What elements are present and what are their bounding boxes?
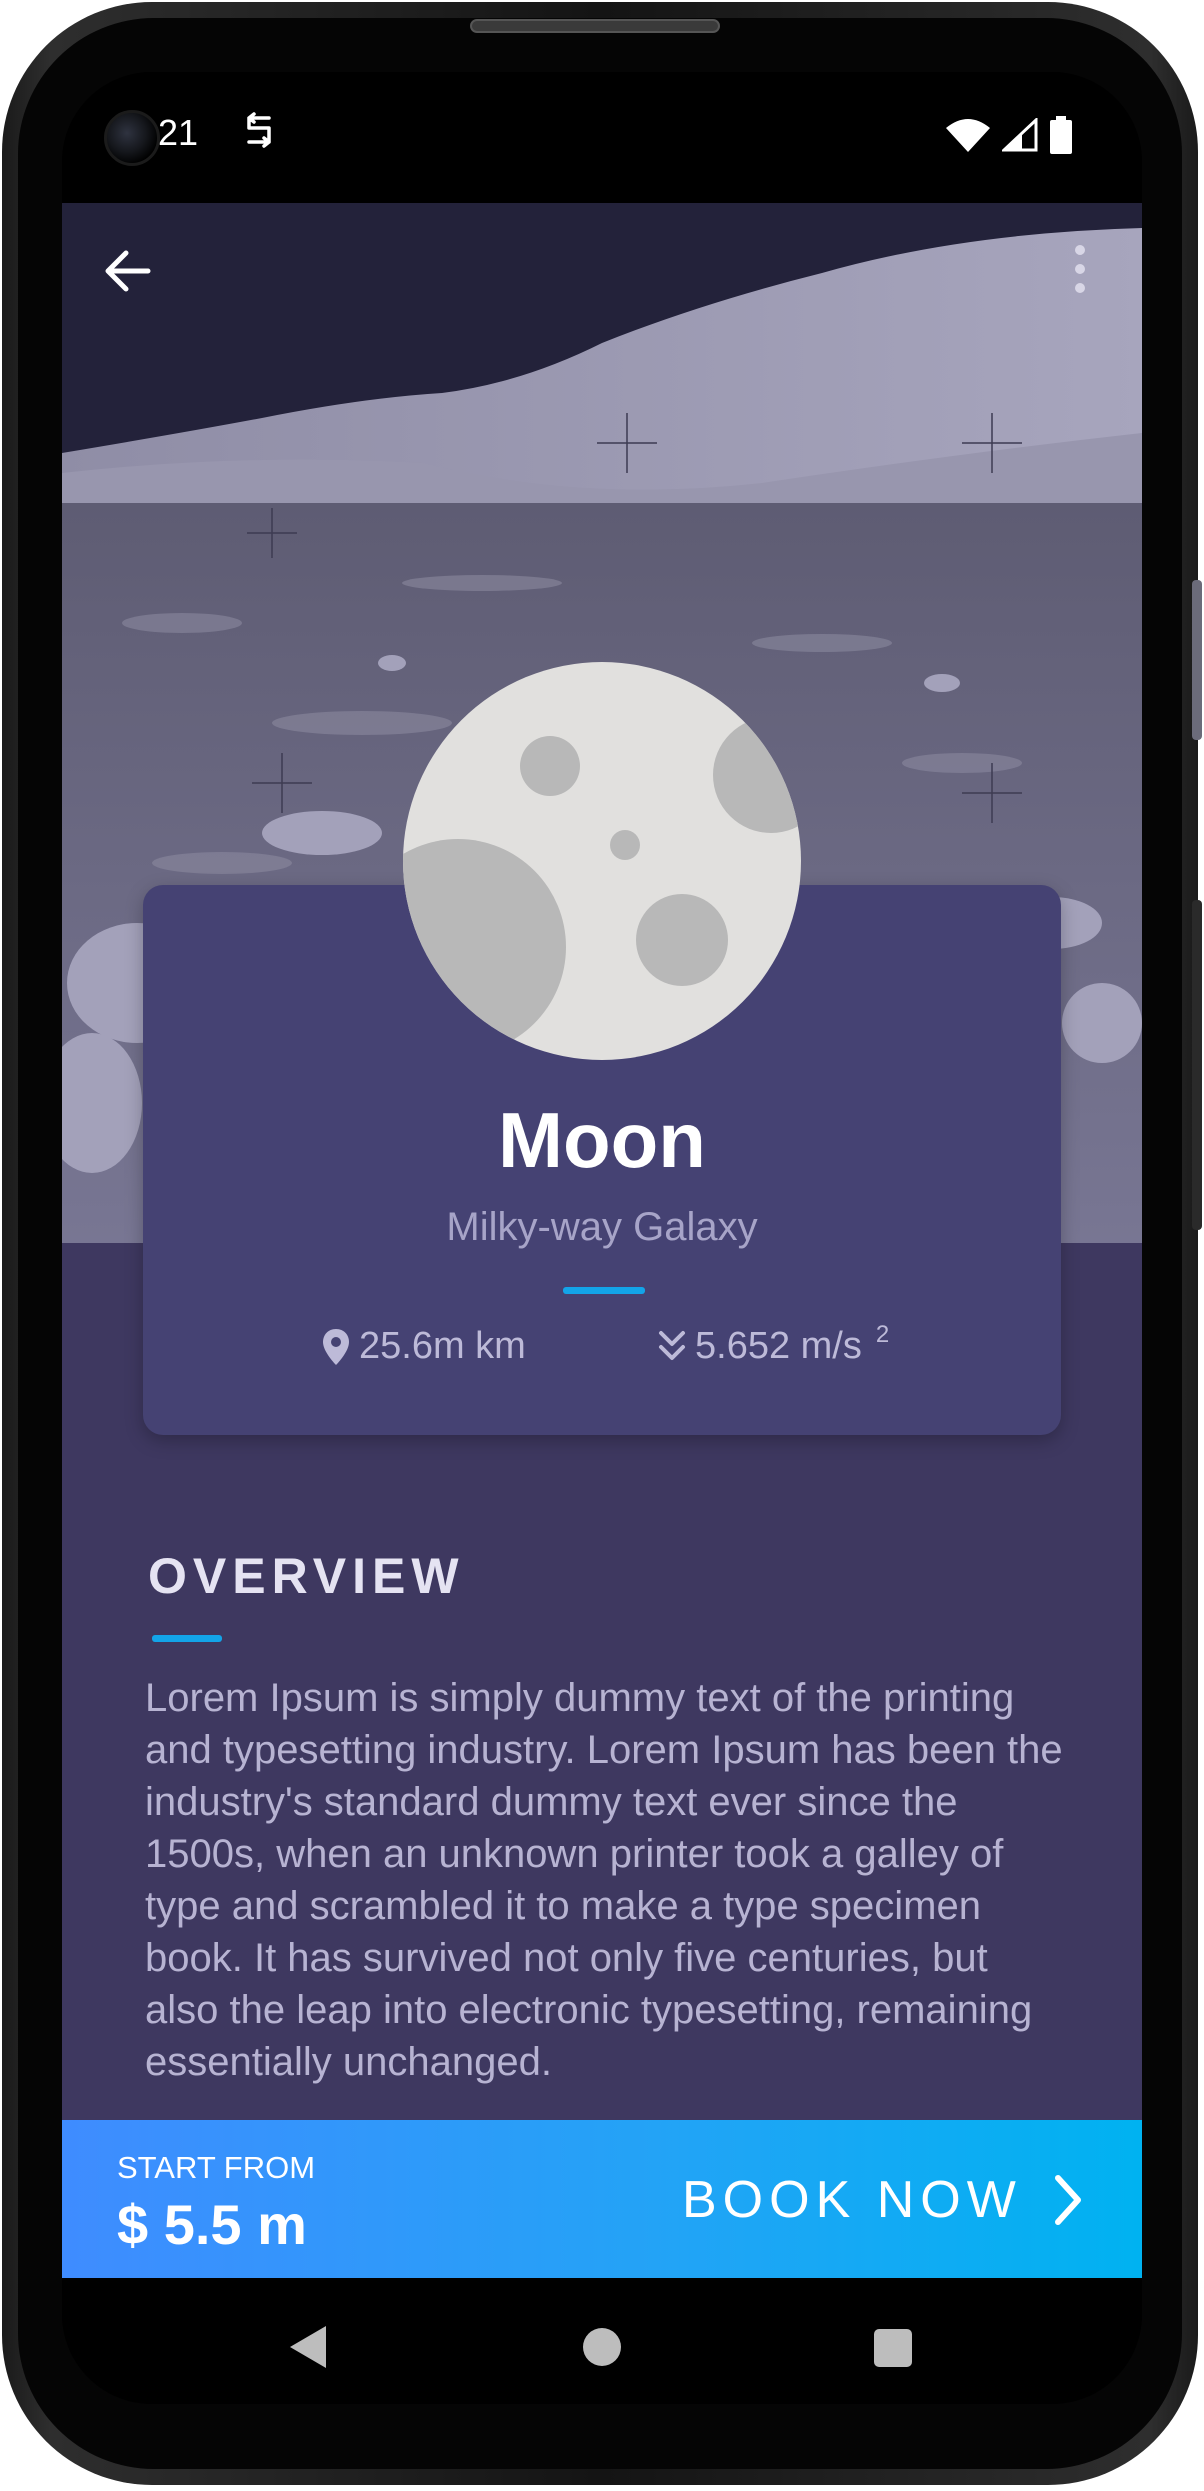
status-bar: 21	[62, 72, 1142, 203]
chevron-right-icon	[1054, 2175, 1081, 2225]
planet-name: Moon	[498, 1096, 706, 1184]
front-camera	[104, 110, 160, 166]
power-button	[1192, 900, 1202, 1230]
moon-illustration	[403, 662, 801, 1060]
gravity-value: 5.652 m/s	[695, 1325, 862, 1367]
screen: 21 Moon Milky-way Galaxy 25.6m km 5.652 …	[62, 72, 1142, 2404]
booking-bar: START FROM $ 5.5 m BOOK NOW	[62, 2120, 1142, 2278]
distance-value: 25.6m km	[359, 1325, 526, 1367]
overview-body: Lorem Ipsum is simply dummy text of the …	[145, 1676, 1063, 2084]
nav-back-icon[interactable]	[286, 2322, 330, 2372]
status-icons	[946, 116, 1072, 154]
book-now-label: BOOK NOW	[682, 2171, 1022, 2229]
book-now-button[interactable]: BOOK NOW	[682, 2170, 1084, 2230]
start-from-label: START FROM	[117, 2150, 316, 2185]
status-time: 21	[158, 112, 199, 153]
distance-stat: 25.6m km	[321, 1325, 526, 1368]
price-value: $ 5.5 m	[117, 2193, 307, 2256]
nav-recents-icon[interactable]	[874, 2329, 912, 2367]
double-chevron-down-icon	[659, 1330, 685, 1360]
location-pin-icon	[323, 1328, 349, 1365]
more-vertical-icon[interactable]	[1070, 243, 1090, 295]
sync-icon	[247, 112, 271, 148]
gravity-stat: 5.652 m/s 2	[657, 1321, 889, 1368]
card-divider	[563, 1287, 645, 1294]
wifi-icon	[946, 119, 990, 152]
cellular-signal-icon	[1002, 118, 1038, 152]
gravity-exponent: 2	[875, 1320, 890, 1348]
volume-button	[1192, 580, 1202, 740]
planet-galaxy: Milky-way Galaxy	[446, 1205, 758, 1249]
overview-divider	[152, 1635, 222, 1642]
system-nav-bar	[62, 2278, 1142, 2404]
earpiece-speaker	[470, 19, 720, 33]
arrow-left-icon[interactable]	[100, 243, 156, 299]
overview-heading: OVERVIEW	[148, 1548, 465, 1604]
battery-icon	[1050, 116, 1072, 154]
nav-home-icon[interactable]	[583, 2328, 621, 2366]
